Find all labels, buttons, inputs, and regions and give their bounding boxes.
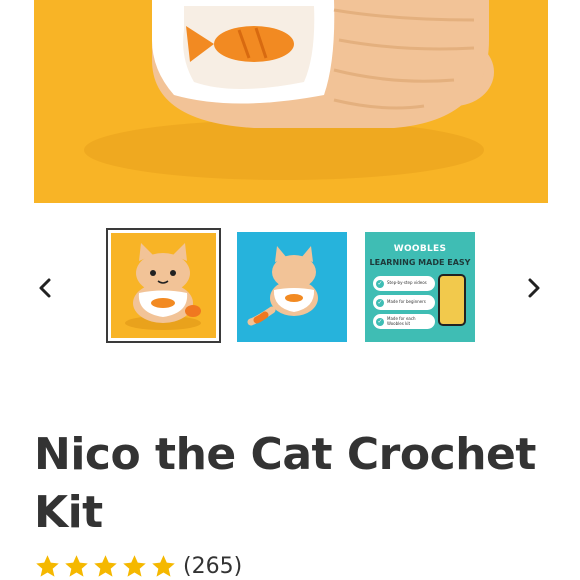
gallery-prev-button[interactable] xyxy=(31,274,59,302)
check-icon: ✓ xyxy=(376,279,384,288)
woobles-logo-text: WOOBLES xyxy=(393,244,447,254)
star-icon xyxy=(94,555,117,577)
gallery-next-button[interactable] xyxy=(520,274,548,302)
feature-item: ✓ Made for beginners xyxy=(373,295,435,310)
chevron-right-icon xyxy=(528,278,540,298)
star-icon xyxy=(36,555,59,577)
check-icon: ✓ xyxy=(376,317,384,326)
star-icon xyxy=(65,555,88,577)
gallery-thumbnail-3[interactable]: WOOBLES LEARNING MADE EASY ✓ Step-by-ste… xyxy=(365,232,475,342)
cat-side-thumbnail xyxy=(237,232,347,342)
gallery-thumbnail-1[interactable] xyxy=(106,228,221,343)
feature-item: ✓ Step-by-step videos xyxy=(373,276,435,291)
feature-list: ✓ Step-by-step videos ✓ Made for beginne… xyxy=(373,276,435,333)
star-icon xyxy=(152,555,175,577)
feature-item: ✓ Made for each Woobles kit xyxy=(373,314,435,329)
chevron-left-icon xyxy=(39,278,51,298)
product-rating[interactable]: (265) xyxy=(34,553,242,580)
check-icon: ✓ xyxy=(376,298,384,307)
product-main-image[interactable] xyxy=(34,0,548,203)
star-icon xyxy=(123,555,146,577)
crochet-cat-closeup xyxy=(34,0,548,203)
review-count[interactable]: (265) xyxy=(183,553,242,580)
product-title: Nico the Cat Crochet Kit xyxy=(34,429,536,538)
phone-illustration xyxy=(438,274,466,326)
gallery-thumbnail-2[interactable] xyxy=(237,232,347,342)
thumbnail-subtitle: LEARNING MADE EASY xyxy=(369,258,471,267)
cat-front-thumbnail xyxy=(111,233,216,338)
